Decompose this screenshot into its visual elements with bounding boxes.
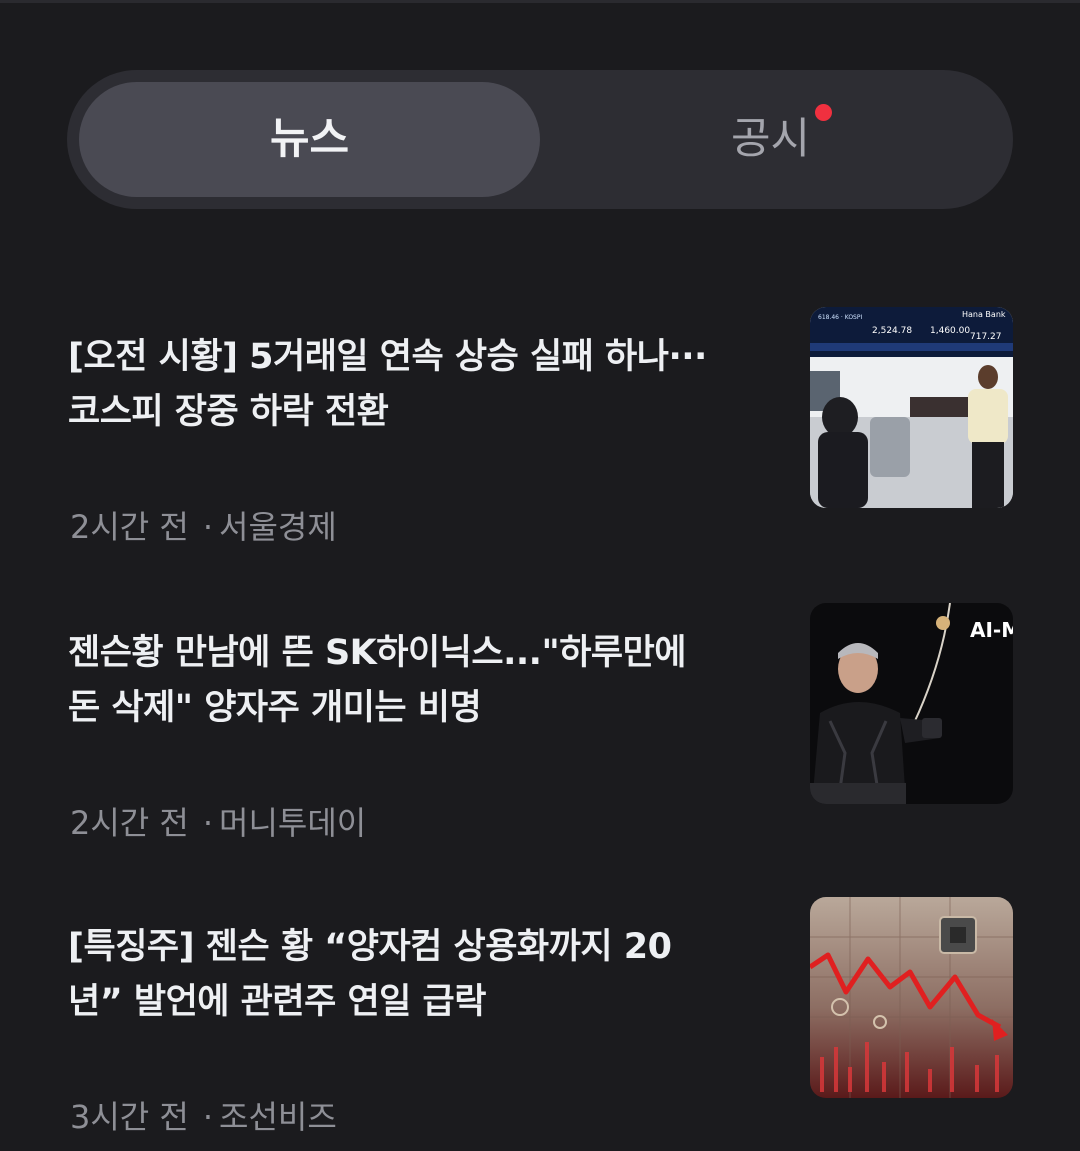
svg-text:Hana Bank: Hana Bank <box>962 310 1006 319</box>
news-time: 2시간 전 <box>70 804 189 842</box>
tab-disclosure[interactable]: 공시 <box>540 70 1001 209</box>
news-meta: 3시간 전 · 조선비즈 <box>70 1098 337 1136</box>
news-headline[interactable]: 젠슨황 만남에 뜬 SK하이닉스..."하루만에 돈 삭제" 양자주 개미는 비… <box>68 626 708 736</box>
news-item[interactable]: [오전 시황] 5거래일 연속 상승 실패 하나···코스피 장중 하락 전환 … <box>0 307 1080 550</box>
news-item[interactable]: [특징주] 젠슨 황 “양자컴 상용화까지 20년” 발언에 관련주 연일 급락… <box>0 897 1080 1140</box>
news-meta: 2시간 전 · 서울경제 <box>70 508 337 546</box>
news-headline[interactable]: [특징주] 젠슨 황 “양자컴 상용화까지 20년” 발언에 관련주 연일 급락 <box>68 920 708 1030</box>
tab-disclosure-label: 공시 <box>730 114 811 164</box>
news-source: 조선비즈 <box>219 1098 337 1136</box>
tab-news[interactable]: 뉴스 <box>79 70 540 209</box>
notification-dot <box>815 104 833 121</box>
news-disclosure-tabs: 뉴스 공시 <box>67 70 1013 209</box>
tab-news-label: 뉴스 <box>269 114 350 164</box>
news-time: 2시간 전 <box>70 508 189 546</box>
svg-text:1,460.00: 1,460.00 <box>930 326 970 336</box>
svg-text:618.46 · KOSPI: 618.46 · KOSPI <box>818 314 862 321</box>
news-item[interactable]: 젠슨황 만남에 뜬 SK하이닉스..."하루만에 돈 삭제" 양자주 개미는 비… <box>0 603 1080 846</box>
news-source: 서울경제 <box>219 508 337 546</box>
falling-chart-illustration[interactable] <box>810 897 1013 1098</box>
svg-text:2,524.78: 2,524.78 <box>872 326 912 336</box>
news-headline[interactable]: [오전 시황] 5거래일 연속 상승 실패 하나···코스피 장중 하락 전환 <box>68 330 708 440</box>
svg-text:717.27: 717.27 <box>970 332 1002 342</box>
top-divider <box>0 0 1080 3</box>
svg-text:AI-M: AI-M <box>970 618 1013 642</box>
news-source: 머니투데이 <box>219 804 367 842</box>
stock-exchange-photo[interactable]: 618.46 · KOSPI Hana Bank 2,524.78 1,460.… <box>810 307 1013 508</box>
news-time: 3시간 전 <box>70 1098 189 1136</box>
speaker-on-stage-photo[interactable]: AI-M <box>810 603 1013 804</box>
news-meta: 2시간 전 · 머니투데이 <box>70 804 367 842</box>
